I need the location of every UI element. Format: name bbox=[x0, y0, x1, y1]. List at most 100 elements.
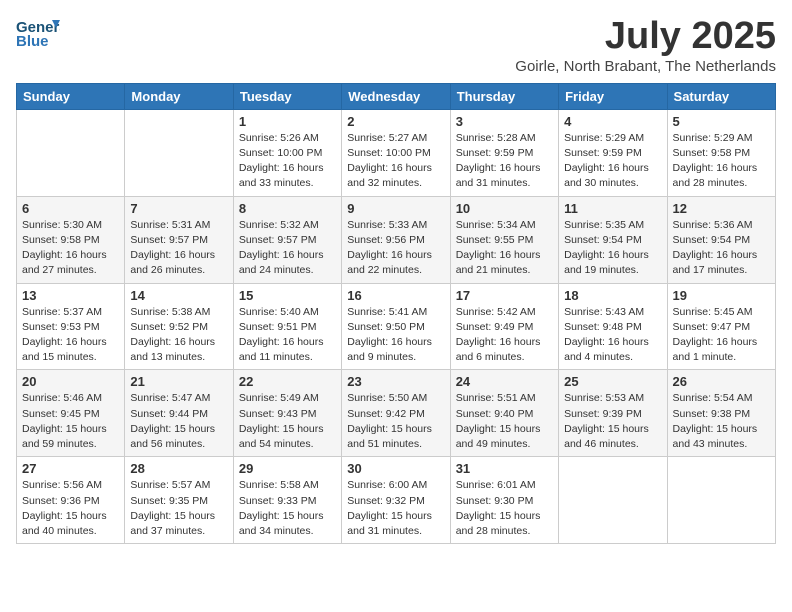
weekday-header-sunday: Sunday bbox=[17, 83, 125, 109]
day-number: 17 bbox=[456, 288, 553, 303]
day-info: Sunrise: 5:56 AM Sunset: 9:36 PM Dayligh… bbox=[22, 478, 119, 539]
day-number: 5 bbox=[673, 114, 770, 129]
calendar-week-3: 13Sunrise: 5:37 AM Sunset: 9:53 PM Dayli… bbox=[17, 283, 776, 370]
calendar-cell: 1 Sunrise: 5:26 AM Sunset: 10:00 PM Dayli… bbox=[233, 109, 341, 196]
day-number: 28 bbox=[130, 461, 227, 476]
day-info: Sunrise: 5:43 AM Sunset: 9:48 PM Dayligh… bbox=[564, 305, 661, 366]
day-number: 24 bbox=[456, 374, 553, 389]
calendar-cell: 12 Sunrise: 5:36 AM Sunset: 9:54 PM Dayli… bbox=[667, 196, 775, 283]
calendar-cell bbox=[559, 457, 667, 544]
location-subtitle: Goirle, North Brabant, The Netherlands bbox=[515, 58, 776, 75]
day-number: 6 bbox=[22, 201, 119, 216]
day-info: Sunrise: 6:01 AM Sunset: 9:30 PM Dayligh… bbox=[456, 478, 553, 539]
day-info: Sunrise: 5:26 AM Sunset: 10:00 PM Daylig… bbox=[239, 131, 336, 192]
day-info: Sunrise: 5:29 AM Sunset: 9:58 PM Dayligh… bbox=[673, 131, 770, 192]
weekday-header-thursday: Thursday bbox=[450, 83, 558, 109]
day-number: 18 bbox=[564, 288, 661, 303]
calendar-cell: 24 Sunrise: 5:51 AM Sunset: 9:40 PM Dayli… bbox=[450, 370, 558, 457]
day-info: Sunrise: 5:57 AM Sunset: 9:35 PM Dayligh… bbox=[130, 478, 227, 539]
calendar-table: SundayMondayTuesdayWednesdayThursdayFrid… bbox=[16, 83, 776, 544]
page-header: General Blue July 2025 Goirle, North Bra… bbox=[16, 16, 776, 75]
calendar-cell bbox=[125, 109, 233, 196]
day-number: 31 bbox=[456, 461, 553, 476]
calendar-cell: 2 Sunrise: 5:27 AM Sunset: 10:00 PM Dayli… bbox=[342, 109, 450, 196]
calendar-cell: 26 Sunrise: 5:54 AM Sunset: 9:38 PM Dayli… bbox=[667, 370, 775, 457]
day-info: Sunrise: 5:38 AM Sunset: 9:52 PM Dayligh… bbox=[130, 305, 227, 366]
calendar-cell: 10 Sunrise: 5:34 AM Sunset: 9:55 PM Dayli… bbox=[450, 196, 558, 283]
weekday-header-saturday: Saturday bbox=[667, 83, 775, 109]
day-info: Sunrise: 5:51 AM Sunset: 9:40 PM Dayligh… bbox=[456, 391, 553, 452]
day-number: 14 bbox=[130, 288, 227, 303]
calendar-cell: 8 Sunrise: 5:32 AM Sunset: 9:57 PM Daylig… bbox=[233, 196, 341, 283]
calendar-cell: 21 Sunrise: 5:47 AM Sunset: 9:44 PM Dayli… bbox=[125, 370, 233, 457]
day-info: Sunrise: 5:53 AM Sunset: 9:39 PM Dayligh… bbox=[564, 391, 661, 452]
day-number: 20 bbox=[22, 374, 119, 389]
title-section: July 2025 Goirle, North Brabant, The Net… bbox=[515, 16, 776, 75]
day-number: 9 bbox=[347, 201, 444, 216]
day-number: 15 bbox=[239, 288, 336, 303]
day-info: Sunrise: 5:45 AM Sunset: 9:47 PM Dayligh… bbox=[673, 305, 770, 366]
calendar-cell: 23 Sunrise: 5:50 AM Sunset: 9:42 PM Dayli… bbox=[342, 370, 450, 457]
calendar-cell: 27 Sunrise: 5:56 AM Sunset: 9:36 PM Dayli… bbox=[17, 457, 125, 544]
calendar-week-5: 27 Sunrise: 5:56 AM Sunset: 9:36 PM Dayli… bbox=[17, 457, 776, 544]
day-number: 11 bbox=[564, 201, 661, 216]
day-number: 7 bbox=[130, 201, 227, 216]
day-info: Sunrise: 5:30 AM Sunset: 9:58 PM Dayligh… bbox=[22, 218, 119, 279]
calendar-cell: 14 Sunrise: 5:38 AM Sunset: 9:52 PM Dayli… bbox=[125, 283, 233, 370]
day-number: 21 bbox=[130, 374, 227, 389]
day-number: 10 bbox=[456, 201, 553, 216]
calendar-cell: 7 Sunrise: 5:31 AM Sunset: 9:57 PM Daylig… bbox=[125, 196, 233, 283]
day-info: Sunrise: 5:46 AM Sunset: 9:45 PM Dayligh… bbox=[22, 391, 119, 452]
day-number: 23 bbox=[347, 374, 444, 389]
day-number: 8 bbox=[239, 201, 336, 216]
calendar-cell: 29 Sunrise: 5:58 AM Sunset: 9:33 PM Dayli… bbox=[233, 457, 341, 544]
calendar-cell: 9Sunrise: 5:33 AM Sunset: 9:56 PM Daylig… bbox=[342, 196, 450, 283]
day-info: Sunrise: 5:34 AM Sunset: 9:55 PM Dayligh… bbox=[456, 218, 553, 279]
weekday-header-wednesday: Wednesday bbox=[342, 83, 450, 109]
day-info: Sunrise: 5:54 AM Sunset: 9:38 PM Dayligh… bbox=[673, 391, 770, 452]
calendar-week-1: 1 Sunrise: 5:26 AM Sunset: 10:00 PM Dayli… bbox=[17, 109, 776, 196]
calendar-cell: 22 Sunrise: 5:49 AM Sunset: 9:43 PM Dayli… bbox=[233, 370, 341, 457]
calendar-cell: 20 Sunrise: 5:46 AM Sunset: 9:45 PM Dayli… bbox=[17, 370, 125, 457]
day-number: 4 bbox=[564, 114, 661, 129]
day-info: Sunrise: 5:36 AM Sunset: 9:54 PM Dayligh… bbox=[673, 218, 770, 279]
day-number: 19 bbox=[673, 288, 770, 303]
day-info: Sunrise: 5:41 AM Sunset: 9:50 PM Dayligh… bbox=[347, 305, 444, 366]
day-number: 2 bbox=[347, 114, 444, 129]
svg-text:Blue: Blue bbox=[16, 33, 49, 50]
day-info: Sunrise: 5:37 AM Sunset: 9:53 PM Dayligh… bbox=[22, 305, 119, 366]
calendar-cell: 13Sunrise: 5:37 AM Sunset: 9:53 PM Dayli… bbox=[17, 283, 125, 370]
calendar-cell: 17 Sunrise: 5:42 AM Sunset: 9:49 PM Dayli… bbox=[450, 283, 558, 370]
day-number: 16 bbox=[347, 288, 444, 303]
calendar-cell: 19 Sunrise: 5:45 AM Sunset: 9:47 PM Dayli… bbox=[667, 283, 775, 370]
day-info: Sunrise: 5:47 AM Sunset: 9:44 PM Dayligh… bbox=[130, 391, 227, 452]
day-number: 30 bbox=[347, 461, 444, 476]
day-number: 26 bbox=[673, 374, 770, 389]
day-number: 27 bbox=[22, 461, 119, 476]
calendar-cell: 4 Sunrise: 5:29 AM Sunset: 9:59 PM Daylig… bbox=[559, 109, 667, 196]
day-info: Sunrise: 5:42 AM Sunset: 9:49 PM Dayligh… bbox=[456, 305, 553, 366]
day-number: 25 bbox=[564, 374, 661, 389]
day-number: 12 bbox=[673, 201, 770, 216]
day-info: Sunrise: 5:49 AM Sunset: 9:43 PM Dayligh… bbox=[239, 391, 336, 452]
weekday-header-friday: Friday bbox=[559, 83, 667, 109]
day-number: 22 bbox=[239, 374, 336, 389]
day-info: Sunrise: 5:35 AM Sunset: 9:54 PM Dayligh… bbox=[564, 218, 661, 279]
calendar-cell bbox=[667, 457, 775, 544]
day-info: Sunrise: 5:32 AM Sunset: 9:57 PM Dayligh… bbox=[239, 218, 336, 279]
day-number: 1 bbox=[239, 114, 336, 129]
day-info: Sunrise: 5:31 AM Sunset: 9:57 PM Dayligh… bbox=[130, 218, 227, 279]
calendar-cell: 18 Sunrise: 5:43 AM Sunset: 9:48 PM Dayli… bbox=[559, 283, 667, 370]
day-info: Sunrise: 5:50 AM Sunset: 9:42 PM Dayligh… bbox=[347, 391, 444, 452]
day-info: Sunrise: 5:58 AM Sunset: 9:33 PM Dayligh… bbox=[239, 478, 336, 539]
day-number: 29 bbox=[239, 461, 336, 476]
day-info: Sunrise: 6:00 AM Sunset: 9:32 PM Dayligh… bbox=[347, 478, 444, 539]
calendar-week-4: 20 Sunrise: 5:46 AM Sunset: 9:45 PM Dayli… bbox=[17, 370, 776, 457]
day-info: Sunrise: 5:27 AM Sunset: 10:00 PM Daylig… bbox=[347, 131, 444, 192]
calendar-cell: 30 Sunrise: 6:00 AM Sunset: 9:32 PM Dayli… bbox=[342, 457, 450, 544]
calendar-cell: 11 Sunrise: 5:35 AM Sunset: 9:54 PM Dayli… bbox=[559, 196, 667, 283]
calendar-week-2: 6 Sunrise: 5:30 AM Sunset: 9:58 PM Daylig… bbox=[17, 196, 776, 283]
weekday-header-monday: Monday bbox=[125, 83, 233, 109]
day-info: Sunrise: 5:29 AM Sunset: 9:59 PM Dayligh… bbox=[564, 131, 661, 192]
day-info: Sunrise: 5:40 AM Sunset: 9:51 PM Dayligh… bbox=[239, 305, 336, 366]
